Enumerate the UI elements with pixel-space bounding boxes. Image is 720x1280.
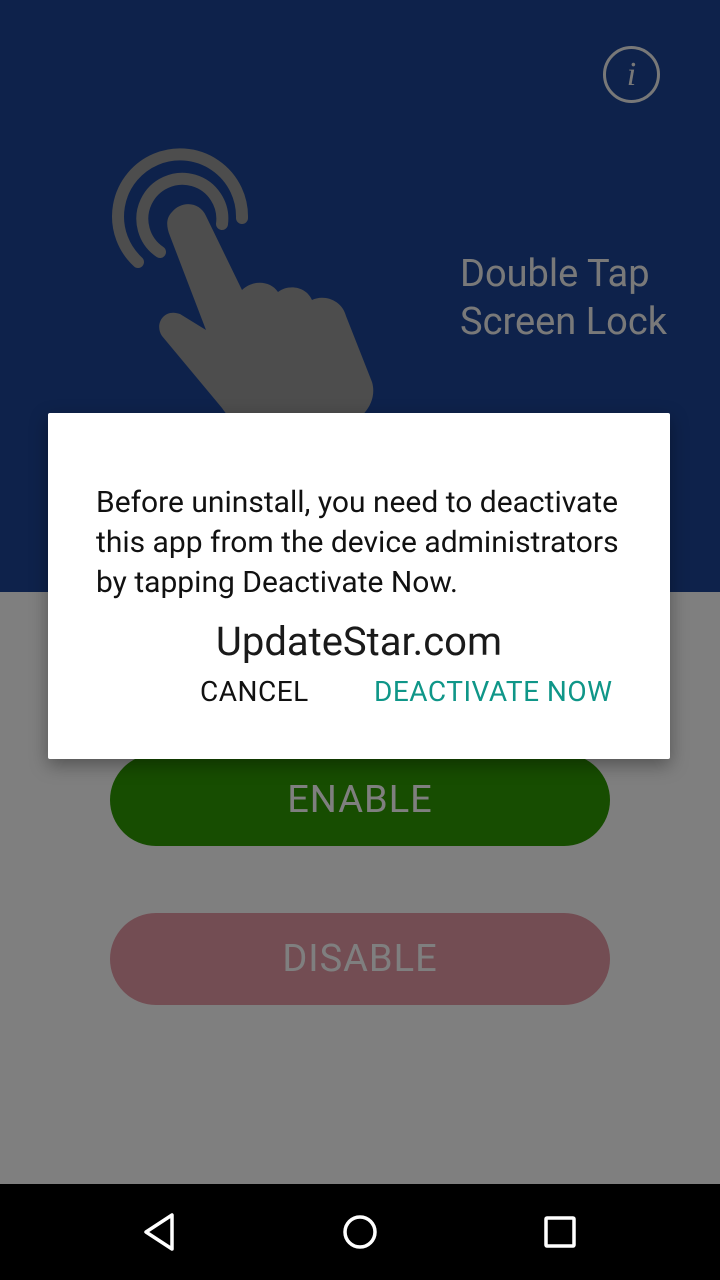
recent-apps-square-icon[interactable] — [538, 1210, 582, 1254]
dialog-message: Before uninstall, you need to deactivate… — [96, 485, 619, 600]
deactivate-now-button[interactable]: DEACTIVATE NOW — [374, 675, 613, 708]
watermark: UpdateStar.com — [215, 618, 503, 665]
back-triangle-icon[interactable] — [138, 1210, 182, 1254]
cancel-button[interactable]: CANCEL — [200, 675, 309, 708]
deactivate-dialog: Before uninstall, you need to deactivate… — [48, 413, 670, 759]
home-circle-icon[interactable] — [338, 1210, 382, 1254]
